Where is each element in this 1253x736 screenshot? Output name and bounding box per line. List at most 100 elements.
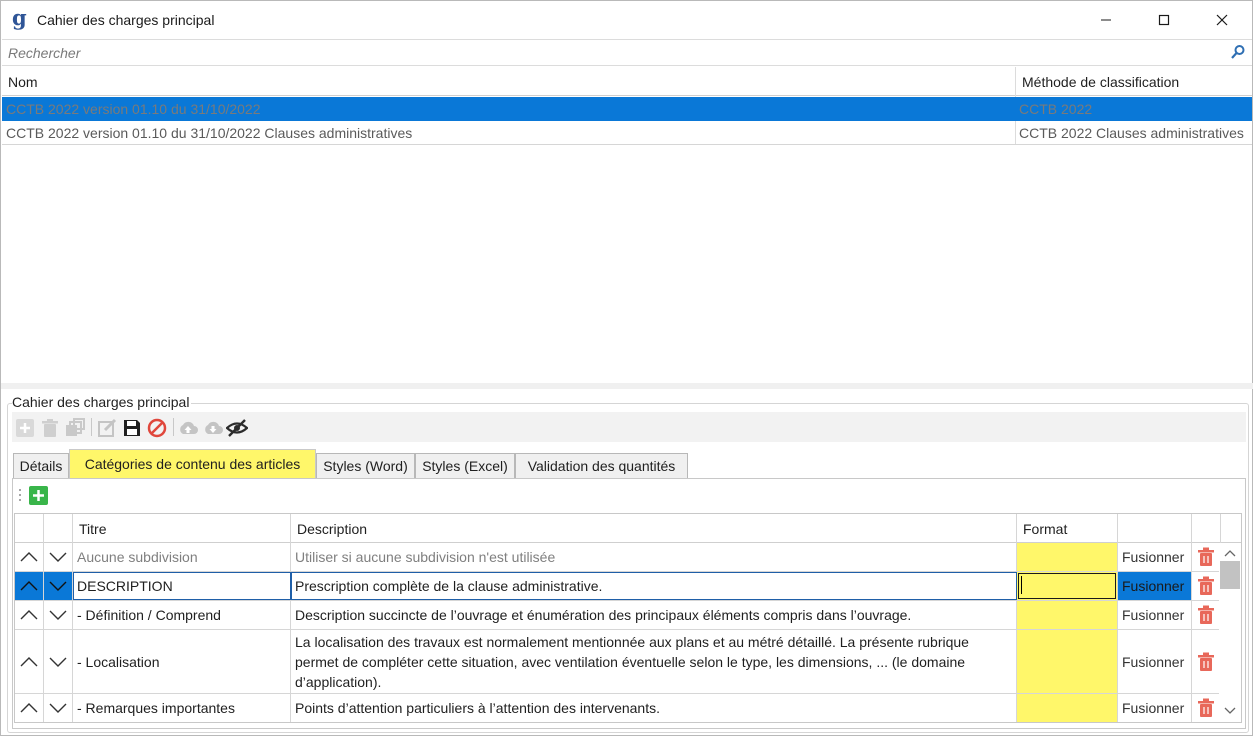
move-up-button[interactable]: [15, 630, 44, 693]
cell-methode: CCTB 2022 Clauses administratives: [1019, 125, 1244, 141]
table-row[interactable]: Aucune subdivision Utiliser si aucune su…: [15, 543, 1241, 572]
search-input[interactable]: [8, 44, 1208, 62]
cell-titre[interactable]: DESCRIPTION: [73, 572, 291, 600]
cell-description[interactable]: Prescription complète de la clause admin…: [291, 572, 1017, 600]
cell-format[interactable]: [1017, 543, 1118, 571]
move-down-button[interactable]: [44, 601, 73, 629]
merge-cell[interactable]: Fusionner: [1118, 572, 1192, 600]
delete-row-button[interactable]: [1192, 694, 1221, 722]
column-header-format[interactable]: Format: [1017, 514, 1118, 543]
move-up-button[interactable]: [15, 543, 44, 571]
minimize-icon: [1101, 19, 1111, 21]
table-row[interactable]: - Localisation La localisation des trava…: [15, 630, 1241, 694]
move-down-button[interactable]: [44, 572, 73, 600]
trash-icon: [1198, 605, 1214, 624]
column-header-up: [15, 514, 44, 543]
merge-cell[interactable]: Fusionner: [1118, 694, 1192, 722]
cell-text: - Localisation: [77, 653, 160, 670]
table-row[interactable]: - Remarques importantes Points d’attenti…: [15, 694, 1241, 722]
minimize-button[interactable]: [1077, 1, 1135, 39]
move-up-button[interactable]: [15, 694, 44, 722]
trash-icon: [1198, 652, 1214, 671]
grid-header: Nom Méthode de classification: [2, 67, 1252, 96]
tab-categories[interactable]: Catégories de contenu des articles: [69, 449, 316, 478]
move-up-button[interactable]: [15, 572, 44, 600]
duplicate-icon[interactable]: [64, 417, 86, 439]
cell-text: Description succincte de l’ouvrage et én…: [295, 607, 912, 623]
trash-icon: [1198, 547, 1214, 566]
scroll-up-icon[interactable]: [1224, 549, 1236, 557]
chevron-down-icon: [49, 581, 67, 591]
categories-grid: Titre Description Format Aucune subdivis…: [14, 513, 1242, 723]
tab-styles-excel[interactable]: Styles (Excel): [415, 453, 515, 478]
column-header-titre[interactable]: Titre: [73, 514, 291, 543]
cell-format[interactable]: [1017, 630, 1118, 693]
cell-text: Prescription complète de la clause admin…: [295, 578, 603, 594]
add-row-button[interactable]: [29, 486, 48, 505]
chevron-up-icon: [20, 552, 38, 562]
cancel-icon[interactable]: [146, 417, 168, 439]
cell-format[interactable]: [1017, 694, 1118, 722]
edit-box[interactable]: [1018, 573, 1116, 599]
chevron-up-icon: [20, 703, 38, 713]
cell-format[interactable]: [1017, 601, 1118, 629]
cell-titre[interactable]: - Remarques importantes: [73, 694, 291, 722]
move-up-button[interactable]: [15, 601, 44, 629]
merge-cell[interactable]: Fusionner: [1118, 543, 1192, 571]
edit-icon[interactable]: [96, 417, 118, 439]
save-icon[interactable]: [121, 417, 143, 439]
cell-description[interactable]: Description succincte de l’ouvrage et én…: [291, 601, 1017, 629]
download-icon[interactable]: [202, 417, 224, 439]
move-down-button[interactable]: [44, 630, 73, 693]
delete-row-button[interactable]: [1192, 543, 1221, 571]
chevron-down-icon: [49, 657, 67, 667]
main-window: g Cahier des charges principal Nom Métho…: [0, 0, 1253, 736]
merge-cell[interactable]: Fusionner: [1118, 630, 1192, 693]
cell-nom: CCTB 2022 version 01.10 du 31/10/2022 Cl…: [6, 125, 413, 141]
cell-description[interactable]: Points d’attention particuliers à l’atte…: [291, 694, 1017, 722]
merge-label: Fusionner: [1122, 653, 1185, 670]
cell-text: DESCRIPTION: [77, 578, 173, 594]
merge-label: Fusionner: [1122, 700, 1185, 716]
delete-row-button[interactable]: [1192, 601, 1221, 629]
cell-description[interactable]: Utiliser si aucune subdivision n'est uti…: [291, 543, 1017, 571]
table-row[interactable]: DESCRIPTION Prescription complète de la …: [15, 572, 1241, 601]
move-down-button[interactable]: [44, 694, 73, 722]
window-title: Cahier des charges principal: [37, 12, 215, 28]
cell-titre[interactable]: Aucune subdivision: [73, 543, 291, 571]
tab-details[interactable]: Détails: [13, 453, 69, 478]
grip-icon: [19, 489, 21, 501]
delete-row-button[interactable]: [1192, 630, 1221, 693]
move-down-button[interactable]: [44, 543, 73, 571]
hide-icon[interactable]: [226, 417, 248, 439]
column-header-description[interactable]: Description: [291, 514, 1017, 543]
toolbar-divider: [91, 418, 92, 436]
cell-methode: CCTB 2022: [1019, 101, 1093, 117]
chevron-up-icon: [20, 581, 38, 591]
merge-cell[interactable]: Fusionner: [1118, 601, 1192, 629]
table-row[interactable]: - Définition / Comprend Description succ…: [15, 601, 1241, 630]
search-icon[interactable]: [1230, 44, 1246, 63]
upload-icon[interactable]: [177, 417, 199, 439]
panel-splitter[interactable]: [1, 383, 1253, 389]
scroll-down-icon[interactable]: [1224, 707, 1236, 715]
tab-styles-word[interactable]: Styles (Word): [316, 453, 415, 478]
format-input[interactable]: [1017, 572, 1118, 600]
delete-row-button[interactable]: [1192, 572, 1221, 600]
cell-titre[interactable]: - Définition / Comprend: [73, 601, 291, 629]
delete-icon[interactable]: [39, 417, 61, 439]
add-icon[interactable]: [14, 417, 36, 439]
chevron-up-icon: [20, 656, 38, 666]
tab-validation[interactable]: Validation des quantités: [515, 453, 688, 478]
table-row[interactable]: CCTB 2022 version 01.10 du 31/10/2022 CC…: [2, 97, 1252, 121]
maximize-button[interactable]: [1135, 1, 1193, 39]
cell-titre[interactable]: - Localisation: [73, 630, 291, 693]
grid-header: Titre Description Format: [15, 514, 1241, 543]
cell-description[interactable]: La localisation des travaux est normalem…: [291, 630, 1017, 693]
column-header-nom[interactable]: Nom: [8, 74, 38, 90]
table-row[interactable]: CCTB 2022 version 01.10 du 31/10/2022 Cl…: [2, 121, 1252, 145]
column-header-methode[interactable]: Méthode de classification: [1022, 74, 1179, 90]
chevron-down-icon: [49, 610, 67, 620]
close-button[interactable]: [1193, 1, 1251, 39]
scrollbar-thumb[interactable]: [1220, 561, 1240, 589]
